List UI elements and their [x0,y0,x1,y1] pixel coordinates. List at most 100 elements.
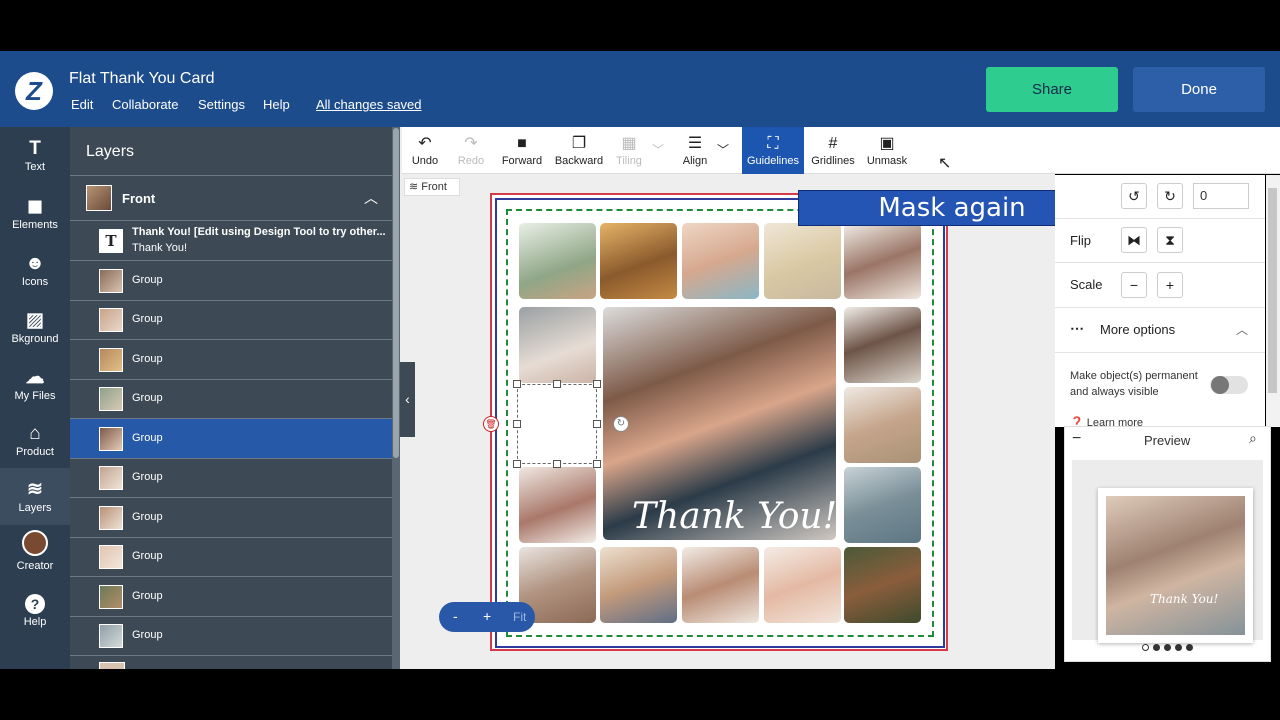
forward-button[interactable]: ■ Forward [500,127,544,174]
layer-group[interactable]: Group [70,616,392,656]
document-title: Flat Thank You Card [69,70,215,87]
preview-dot-active[interactable] [1142,644,1149,651]
preview-dot[interactable] [1153,644,1160,651]
zoom-fit-button[interactable]: Fit [513,610,526,624]
rail-icons[interactable]: ☻ Icons [0,252,70,288]
resize-handle[interactable] [513,460,521,468]
tiling-button[interactable]: ▦ Tiling [612,127,646,174]
resize-handle[interactable] [593,420,601,428]
rotate-right-icon[interactable]: ↻ [1157,183,1183,209]
layer-page-front[interactable]: Front ︿ [70,175,392,221]
rail-text[interactable]: T Text [0,137,70,173]
photo-tile[interactable] [844,307,921,383]
layer-text[interactable]: T Thank You! [Edit using Design Tool to … [70,221,392,261]
photo-tile[interactable] [682,547,759,623]
more-options-toggle[interactable]: More options [1100,322,1175,337]
preview-dot[interactable] [1164,644,1171,651]
save-status-link[interactable]: All changes saved [316,97,422,112]
photo-tile[interactable] [519,223,596,299]
photo-tile[interactable] [844,467,921,543]
hero-text[interactable]: Thank You! [632,496,837,537]
rail-elements[interactable]: ◼ Elements [0,195,70,231]
rail-help[interactable]: ? Help [0,592,70,628]
done-button[interactable]: Done [1133,67,1265,112]
rail-background[interactable]: ▨ Bkground [0,309,70,345]
zoom-out-button[interactable]: - [453,608,458,624]
rail-layers[interactable]: ≋ Layers [0,468,70,525]
rail-creator[interactable]: Creator [0,530,70,572]
share-button[interactable]: Share [986,67,1118,112]
rail-creator-label: Creator [16,560,54,572]
resize-handle[interactable] [513,420,521,428]
photo-tile[interactable] [764,223,841,299]
guidelines-button[interactable]: ⛶ Guidelines [742,127,804,174]
layer-group[interactable]: Group [70,379,392,419]
photo-tile[interactable] [600,223,677,299]
rotation-input[interactable]: 0 [1193,183,1249,209]
background-icon: ▨ [26,310,44,331]
zoom-search-icon[interactable]: ⌕ [1249,430,1257,447]
layer-thumbnail [99,308,123,332]
layer-group[interactable]: Group [70,577,392,617]
gridlines-button[interactable]: # Gridlines [810,127,856,174]
resize-handle[interactable] [553,460,561,468]
scale-down-icon[interactable]: − [1121,272,1147,298]
preview-dot[interactable] [1186,644,1193,651]
photo-tile[interactable] [844,223,921,299]
layer-group[interactable]: Group [70,458,392,498]
divider [1055,307,1265,308]
undo-button[interactable]: ↶ Undo [406,127,444,174]
resize-handle[interactable] [513,380,521,388]
tiling-dropdown-icon[interactable]: ﹀ [648,127,668,174]
properties-scrollbar-thumb[interactable] [1268,188,1277,393]
text-icon: T [29,138,41,159]
layer-group[interactable]: Group [70,498,392,538]
chevron-up-icon[interactable]: ︿ [364,188,378,208]
align-button[interactable]: ☰ Align [679,127,711,174]
menu-edit[interactable]: Edit [71,97,93,112]
rotate-left-icon[interactable]: ↺ [1121,183,1147,209]
rail-my-files[interactable]: ☁ My Files [0,366,70,402]
unmask-button[interactable]: ▣ Unmask [866,127,908,174]
layer-group[interactable]: Group [70,419,392,459]
rail-product[interactable]: ⌂ Product [0,422,70,458]
layer-group[interactable]: Group [70,537,392,577]
delete-handle-icon[interactable]: 🗑 [483,416,499,432]
flip-vertical-icon[interactable]: ⧗ [1157,227,1183,253]
preview-dot[interactable] [1175,644,1182,651]
chevron-up-icon[interactable]: ︿ [1236,321,1248,338]
layer-group[interactable]: Group [70,300,392,340]
flip-horizontal-icon[interactable]: ⧓ [1121,227,1147,253]
resize-handle[interactable] [593,380,601,388]
menu-collaborate[interactable]: Collaborate [112,97,179,112]
selected-empty-mask[interactable] [517,384,597,464]
zoom-in-button[interactable]: + [483,608,491,624]
layer-group-label: Group [132,471,163,483]
photo-tile[interactable] [519,467,596,543]
align-dropdown-icon[interactable]: ﹀ [712,127,734,174]
redo-label: Redo [457,155,485,167]
gridlines-icon: # [828,135,838,152]
gridlines-label: Gridlines [811,155,855,167]
layer-group[interactable]: Group [70,340,392,380]
minimize-icon[interactable]: − [1072,430,1081,448]
redo-button[interactable]: ↷ Redo [453,127,489,174]
photo-tile[interactable] [600,547,677,623]
zazzle-logo-icon[interactable]: Z [15,72,53,110]
scale-up-icon[interactable]: + [1157,272,1183,298]
menu-settings[interactable]: Settings [198,97,245,112]
page-tab-front[interactable]: ≋ Front [404,178,460,196]
layers-scrollbar-thumb[interactable] [393,128,399,458]
photo-tile[interactable] [844,387,921,463]
menu-help[interactable]: Help [263,97,290,112]
photo-tile[interactable] [764,547,841,623]
rotate-handle-icon[interactable]: ↻ [613,416,629,432]
resize-handle[interactable] [553,380,561,388]
photo-tile[interactable] [519,307,596,383]
collapse-panel-button[interactable]: ‹ [400,362,415,437]
layer-group[interactable]: Group [70,261,392,301]
photo-tile[interactable] [682,223,759,299]
backward-button[interactable]: ❐ Backward [553,127,605,174]
resize-handle[interactable] [593,460,601,468]
photo-tile[interactable] [844,547,921,623]
